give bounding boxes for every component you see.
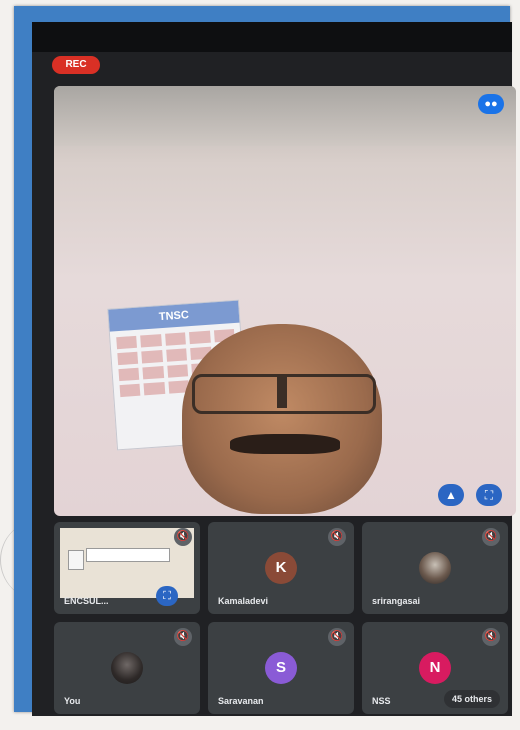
recording-badge: REC [52, 56, 100, 74]
avatar: S [265, 652, 297, 684]
video-ceiling [54, 86, 516, 146]
avatar: N [419, 652, 451, 684]
avatar [419, 552, 451, 584]
fullscreen-icon[interactable]: ⛶ [156, 586, 178, 606]
speaking-indicator-icon: ●● [478, 94, 504, 114]
active-speaker-video[interactable]: TNSC ●● ▲ ⛶ [54, 86, 516, 516]
participant-name: You [64, 696, 81, 706]
speaker-mustache [230, 434, 340, 454]
participant-name: NSS [372, 696, 391, 706]
status-bar [32, 22, 512, 52]
participant-tile-nss[interactable]: 🔇 N NSS 45 others [362, 622, 508, 714]
participant-tile-kamaladevi[interactable]: 🔇 K Kamaladevi [208, 522, 354, 614]
participant-name: srirangasai [372, 596, 421, 606]
avatar [111, 652, 143, 684]
participant-name: Saravanan [218, 696, 264, 706]
others-count-badge[interactable]: 45 others [443, 690, 500, 708]
participant-tile-srirangasai[interactable]: 🔇 srirangasai [362, 522, 508, 614]
participant-tile-presentation[interactable]: 🔇 ENCSUL... ⛶ [54, 522, 200, 614]
participant-name: Kamaladevi [218, 596, 269, 606]
speaker-figure [182, 324, 392, 516]
mic-off-icon: 🔇 [174, 528, 192, 546]
participant-name: ENCSUL... [64, 596, 109, 606]
speaker-head [182, 324, 382, 514]
avatar: K [265, 552, 297, 584]
mic-off-icon: 🔇 [328, 528, 346, 546]
meeting-screen: REC TNSC ●● ▲ ⛶ 🔇 ENCSUL... ⛶ 🔇 K Kamala… [32, 22, 516, 716]
participant-tile-you[interactable]: 🔇 You [54, 622, 200, 714]
speaker-glasses [192, 374, 376, 414]
mic-off-icon: 🔇 [482, 528, 500, 546]
participant-tile-saravanan[interactable]: 🔇 S Saravanan [208, 622, 354, 714]
mic-off-icon: 🔇 [328, 628, 346, 646]
fullscreen-icon[interactable]: ⛶ [476, 484, 502, 506]
presentation-slide-thumb [68, 550, 84, 570]
pin-icon[interactable]: ▲ [438, 484, 464, 506]
mic-off-icon: 🔇 [174, 628, 192, 646]
mic-off-icon: 🔇 [482, 628, 500, 646]
phone-frame: REC TNSC ●● ▲ ⛶ 🔇 ENCSUL... ⛶ 🔇 K Kamala… [14, 6, 516, 716]
presentation-title-bar [86, 548, 170, 562]
